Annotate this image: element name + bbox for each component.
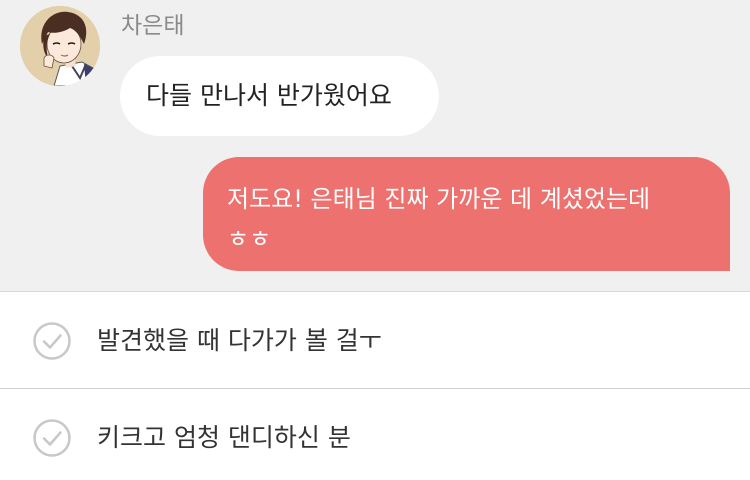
reply-options: 발견했을 때 다가가 볼 걸ㅜ 키크고 엄청 댄디하신 분	[0, 291, 750, 480]
sent-message-line: ㅎㅎ	[227, 225, 272, 253]
reply-option-1[interactable]: 발견했을 때 다가가 볼 걸ㅜ	[0, 291, 750, 388]
check-circle-icon	[33, 322, 71, 360]
avatar-illustration	[20, 6, 100, 86]
reply-option-label: 키크고 엄청 댄디하신 분	[97, 423, 351, 452]
sent-message-bubble: 저도요! 은태님 진짜 가까운 데 계셨었는데 ㅎㅎ	[203, 157, 730, 271]
received-message-bubble: 다들 만나서 반가웠어요	[120, 56, 439, 136]
chat-area: 차은태 다들 만나서 반가웠어요 저도요! 은태님 진짜 가까운 데 계셨었는데…	[0, 0, 750, 291]
reply-option-2[interactable]: 키크고 엄청 댄디하신 분	[0, 388, 750, 480]
sender-name: 차은태	[121, 13, 185, 39]
check-circle-icon	[33, 419, 71, 457]
sender-avatar[interactable]	[20, 6, 100, 86]
sent-message-line: 저도요! 은태님 진짜 가까운 데 계셨었는데	[227, 185, 651, 213]
reply-option-label: 발견했을 때 다가가 볼 걸ㅜ	[97, 326, 382, 355]
